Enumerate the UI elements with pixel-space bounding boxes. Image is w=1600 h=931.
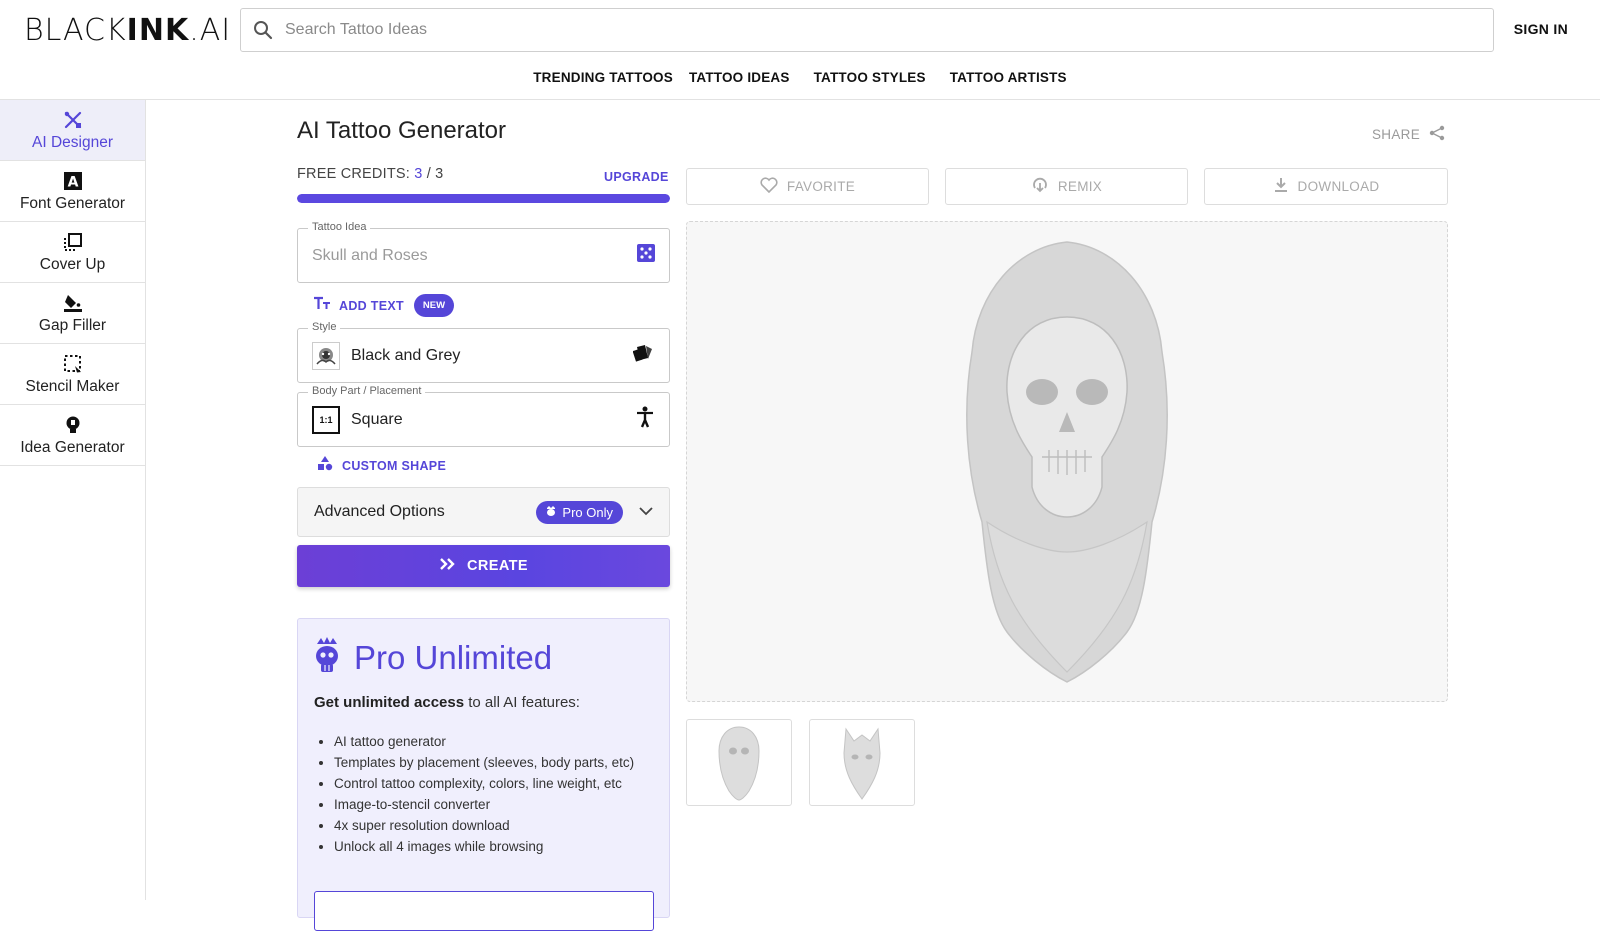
advanced-options-label: Advanced Options xyxy=(314,503,445,520)
favorite-button[interactable]: FAVORITE xyxy=(686,168,929,205)
style-value: Black and Grey xyxy=(351,346,461,364)
text-size-icon xyxy=(313,296,331,315)
sidebar-item-cover-up[interactable]: Cover Up xyxy=(0,222,145,283)
crown-skull-icon xyxy=(314,635,340,680)
list-item: Image-to-stencil converter xyxy=(334,794,664,815)
search-input[interactable] xyxy=(285,21,1465,39)
pro-card-header: Pro Unlimited xyxy=(314,635,552,680)
upgrade-link[interactable]: UPGRADE xyxy=(604,170,669,184)
body-icon[interactable] xyxy=(635,406,655,433)
page-title: AI Tattoo Generator xyxy=(297,117,507,144)
pro-card-cta-button[interactable] xyxy=(314,891,654,931)
list-item: AI tattoo generator xyxy=(334,731,664,752)
pro-only-label: Pro Only xyxy=(562,504,613,520)
palette-swatch-icon[interactable] xyxy=(632,343,655,368)
sidebar-item-stencil-maker[interactable]: Stencil Maker xyxy=(0,344,145,405)
create-label: CREATE xyxy=(467,558,528,574)
generated-image-preview xyxy=(686,221,1448,702)
pro-card-title: Pro Unlimited xyxy=(354,638,553,676)
list-item: Unlock all 4 images while browsing xyxy=(334,836,664,857)
sidebar-item-label: AI Designer xyxy=(32,133,113,151)
download-button[interactable]: DOWNLOAD xyxy=(1204,168,1448,205)
thumbnail-1[interactable] xyxy=(686,719,792,806)
thumbnail-2[interactable] xyxy=(809,719,915,806)
top-header: BLACKINK.AI SIGN IN TRENDING TATTOOS TAT… xyxy=(0,0,1600,100)
nav-tattoo-artists[interactable]: TATTOO ARTISTS xyxy=(942,70,1075,85)
sidebar-item-font-generator[interactable]: A Font Generator xyxy=(0,161,145,222)
body-part-legend: Body Part / Placement xyxy=(308,385,426,397)
layers-icon xyxy=(62,231,84,253)
style-select[interactable]: Style Black and Grey xyxy=(297,321,670,383)
skull-thumbnail-image xyxy=(718,725,760,801)
tattoo-idea-input[interactable]: Skull and Roses xyxy=(312,247,637,265)
crown-skull-icon xyxy=(546,505,556,520)
svg-text:A: A xyxy=(67,174,78,190)
stencil-icon xyxy=(62,353,84,375)
sidebar-item-ai-designer[interactable]: AI Designer xyxy=(0,100,145,161)
nav-tattoo-styles[interactable]: TATTOO STYLES xyxy=(806,70,934,85)
list-item: 4x super resolution download xyxy=(334,815,664,836)
remix-label: REMIX xyxy=(1057,179,1103,194)
aspect-ratio-thumbnail: 1:1 xyxy=(312,405,340,434)
style-legend: Style xyxy=(308,321,341,333)
sidebar-item-label: Font Generator xyxy=(19,194,126,212)
dice-icon[interactable] xyxy=(637,244,655,267)
aspect-ratio-text: 1:1 xyxy=(319,414,333,425)
add-text-label: ADD TEXT xyxy=(339,298,404,313)
font-a-icon: A xyxy=(62,170,84,192)
sidebar-item-idea-generator[interactable]: Idea Generator xyxy=(0,405,145,466)
download-label: DOWNLOAD xyxy=(1297,179,1380,194)
share-button[interactable]: SHARE xyxy=(1372,125,1445,144)
credits-progress-bar xyxy=(297,194,670,203)
custom-shape-label: CUSTOM SHAPE xyxy=(342,458,447,473)
wolf-thumbnail-image xyxy=(843,727,881,800)
list-item: Templates by placement (sleeves, body pa… xyxy=(334,752,664,773)
sidebar-item-label: Idea Generator xyxy=(20,438,125,456)
sidebar-item-gap-filler[interactable]: Gap Filler xyxy=(0,283,145,344)
lightbulb-icon xyxy=(62,414,84,436)
advanced-options-toggle[interactable]: Advanced Options Pro Only xyxy=(297,487,670,537)
tattoo-idea-legend: Tattoo Idea xyxy=(308,221,371,233)
body-part-select[interactable]: Body Part / Placement 1:1 Square xyxy=(297,385,670,447)
sidebar-item-label: Cover Up xyxy=(39,255,106,273)
favorite-label: FAVORITE xyxy=(786,179,856,194)
search-bar[interactable] xyxy=(240,8,1494,52)
custom-shape-button[interactable]: CUSTOM SHAPE xyxy=(317,455,446,476)
top-nav: TRENDING TATTOOS TATTOO IDEAS TATTOO STY… xyxy=(0,70,1600,85)
nav-trending-tattoos[interactable]: TRENDING TATTOOS xyxy=(525,70,681,85)
pro-feature-list: AI tattoo generator Templates by placeme… xyxy=(334,731,664,857)
remix-icon xyxy=(1031,176,1049,197)
tattoo-idea-field[interactable]: Tattoo Idea Skull and Roses xyxy=(297,221,670,283)
download-icon xyxy=(1273,177,1289,196)
heart-icon xyxy=(760,177,778,196)
sign-in-link[interactable]: SIGN IN xyxy=(1514,21,1568,37)
list-item: Control tattoo complexity, colors, line … xyxy=(334,773,664,794)
pro-only-badge: Pro Only xyxy=(536,500,623,524)
add-text-button[interactable]: ADD TEXT NEW xyxy=(313,294,455,317)
sidebar-item-label: Stencil Maker xyxy=(25,377,120,395)
nav-tattoo-ideas[interactable]: TATTOO IDEAS xyxy=(681,70,798,85)
pro-unlimited-card: Pro Unlimited Get unlimited access to al… xyxy=(297,618,670,931)
new-badge: NEW xyxy=(413,294,455,317)
double-chevron-right-icon xyxy=(439,557,455,575)
sidebar-item-label: Gap Filler xyxy=(38,316,107,334)
credits-readout: FREE CREDITS: 3 / 3 xyxy=(297,166,444,182)
credits-progress-fill xyxy=(297,194,670,203)
paint-bucket-icon xyxy=(62,292,84,314)
chevron-down-icon xyxy=(639,503,653,521)
pencil-ruler-icon xyxy=(62,109,84,131)
pro-card-lead: Get unlimited access to all AI features: xyxy=(314,694,580,711)
create-button[interactable]: CREATE xyxy=(297,545,670,587)
logo[interactable]: BLACKINK.AI xyxy=(24,13,231,48)
sidebar: AI Designer A Font Generator Cover Up Ga… xyxy=(0,100,146,900)
shapes-icon xyxy=(317,455,333,476)
share-icon xyxy=(1429,125,1445,144)
hooded-skull-illustration xyxy=(966,241,1168,683)
body-part-value: Square xyxy=(351,410,403,428)
remix-button[interactable]: REMIX xyxy=(945,168,1188,205)
style-thumbnail xyxy=(312,341,340,370)
search-icon xyxy=(241,20,285,40)
share-label: SHARE xyxy=(1372,127,1421,142)
